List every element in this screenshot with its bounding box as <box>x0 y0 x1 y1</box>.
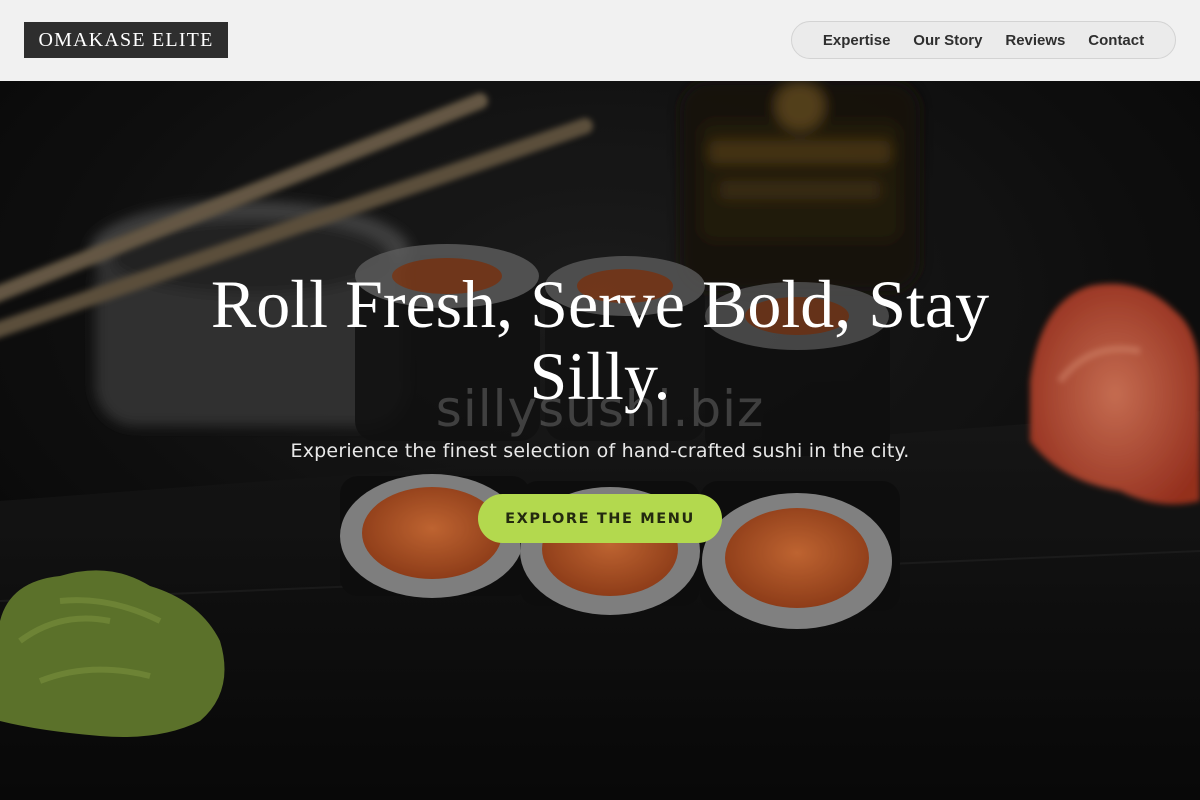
nav-link-our-story[interactable]: Our Story <box>913 32 982 49</box>
brand-logo[interactable]: OMAKASE ELITE <box>24 22 228 58</box>
nav-link-expertise[interactable]: Expertise <box>823 32 891 49</box>
main-nav: Expertise Our Story Reviews Contact <box>791 21 1176 59</box>
hero-section: sillysushi.biz Roll Fresh, Serve Bold, S… <box>0 81 1200 800</box>
hero-headline: Roll Fresh, Serve Bold, Stay Silly. <box>210 266 990 414</box>
nav-link-contact[interactable]: Contact <box>1088 32 1144 49</box>
nav-link-reviews[interactable]: Reviews <box>1005 32 1065 49</box>
site-header: OMAKASE ELITE Expertise Our Story Review… <box>0 0 1200 81</box>
hero-subtitle: Experience the finest selection of hand-… <box>290 440 910 462</box>
explore-menu-button[interactable]: EXPLORE THE MENU <box>478 494 722 543</box>
